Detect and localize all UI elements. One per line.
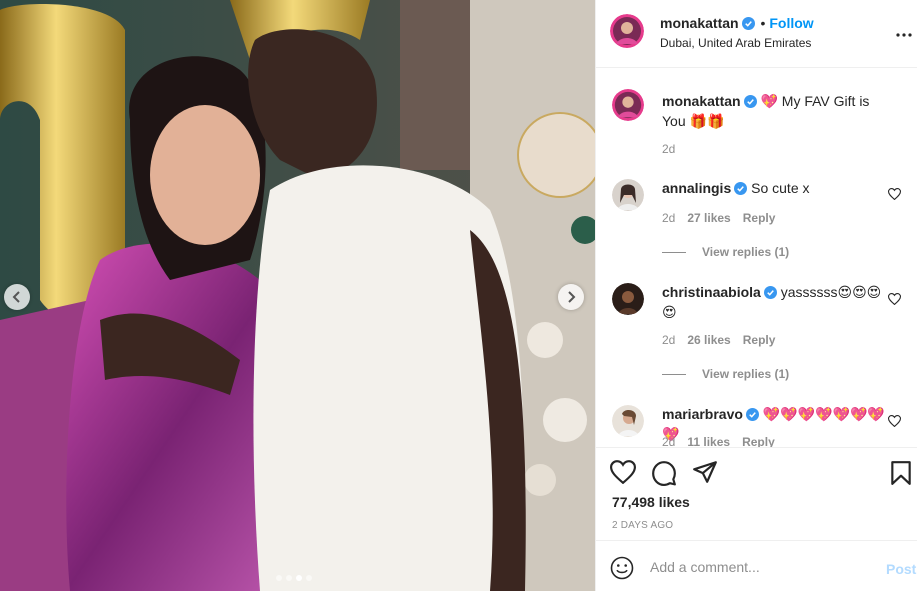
likes-count[interactable]: 77,498 likes <box>612 494 690 510</box>
post-comment-button[interactable]: Post <box>886 561 916 577</box>
next-slide-button[interactable] <box>558 284 584 310</box>
comment-likes[interactable]: 11 likes <box>687 435 730 447</box>
save-bookmark-icon[interactable] <box>890 460 912 491</box>
caption-avatar[interactable] <box>612 89 644 121</box>
verified-badge-icon <box>745 407 759 425</box>
comment-timestamp: 2d <box>662 333 676 347</box>
view-replies-button[interactable]: View replies (1) <box>662 245 789 259</box>
caption-time: 2d <box>662 142 687 156</box>
post-photo[interactable] <box>0 0 595 591</box>
caption-body: monakattan 💖 My FAV Gift is You 🎁🎁 <box>662 92 892 130</box>
comment-like-heart-icon[interactable] <box>887 292 902 310</box>
carousel-dot <box>276 575 282 581</box>
avatar-image <box>610 14 644 48</box>
comment-meta: 2d 11 likes Reply <box>662 435 787 447</box>
comment-username[interactable]: annalingis <box>662 180 731 196</box>
separator-bullet: • <box>760 15 766 31</box>
carousel-dot <box>306 575 312 581</box>
caption-username[interactable]: monakattan <box>662 93 741 109</box>
author-line: monakattan • Follow <box>660 15 814 33</box>
verified-badge-icon <box>734 181 748 199</box>
carousel-indicators <box>276 575 312 581</box>
view-replies-label: View replies (1) <box>702 245 790 259</box>
comment-input[interactable] <box>650 555 870 579</box>
avatar-image <box>612 89 644 121</box>
comments-list[interactable]: monakattan 💖 My FAV Gift is You 🎁🎁 2d an… <box>596 69 917 447</box>
avatar-image <box>612 283 644 315</box>
divider-line <box>662 251 686 253</box>
previous-slide-button[interactable] <box>4 284 30 310</box>
comment-body: christinaabiola yassssss😍😍😍😍 <box>662 283 892 321</box>
commenter-avatar[interactable] <box>612 179 644 211</box>
comment-timestamp: 2d <box>662 435 676 447</box>
post-header: monakattan • Follow Dubai, United Arab Em… <box>596 0 917 68</box>
share-paper-plane-icon[interactable] <box>692 460 718 489</box>
comment-likes[interactable]: 26 likes <box>687 333 730 347</box>
carousel-dot <box>286 575 292 581</box>
follow-button[interactable]: Follow <box>769 15 813 31</box>
post-sidebar: monakattan • Follow Dubai, United Arab Em… <box>595 0 917 591</box>
add-comment-bar: Post <box>596 540 917 591</box>
comment-like-heart-icon[interactable] <box>887 414 902 432</box>
post-location[interactable]: Dubai, United Arab Emirates <box>660 36 811 50</box>
divider-line <box>662 373 686 375</box>
author-username[interactable]: monakattan <box>660 15 739 31</box>
author-avatar[interactable] <box>610 14 644 48</box>
caption-timestamp: 2d <box>662 142 676 156</box>
avatar-image <box>612 179 644 211</box>
comment-timestamp: 2d <box>662 211 676 225</box>
verified-badge-icon <box>763 285 777 303</box>
instagram-post: monakattan • Follow Dubai, United Arab Em… <box>0 0 917 591</box>
like-heart-icon[interactable] <box>609 460 637 489</box>
photo-illustration <box>0 0 595 591</box>
commenter-avatar[interactable] <box>612 405 644 437</box>
commenter-avatar[interactable] <box>612 283 644 315</box>
chevron-right-icon <box>568 291 576 303</box>
comment-text: So cute x <box>751 180 810 196</box>
view-replies-label: View replies (1) <box>702 367 790 381</box>
emoji-smiley-icon[interactable] <box>610 556 634 585</box>
post-actions: 77,498 likes 2 DAYS AGO <box>596 447 917 539</box>
view-replies-button[interactable]: View replies (1) <box>662 367 789 381</box>
reply-button[interactable]: Reply <box>743 333 776 347</box>
verified-badge-icon <box>741 17 755 33</box>
comment-like-heart-icon[interactable] <box>887 187 902 205</box>
reply-button[interactable]: Reply <box>742 435 775 447</box>
avatar-image <box>612 405 644 437</box>
comment-meta: 2d 26 likes Reply <box>662 333 787 347</box>
comment-username[interactable]: christinaabiola <box>662 284 761 300</box>
comment-body: annalingis So cute x <box>662 179 892 199</box>
more-options-icon[interactable] <box>896 24 912 42</box>
comment-likes[interactable]: 27 likes <box>687 211 730 225</box>
comment-meta: 2d 27 likes Reply <box>662 211 787 225</box>
post-timestamp[interactable]: 2 DAYS AGO <box>612 520 673 531</box>
chevron-left-icon <box>12 291 20 303</box>
reply-button[interactable]: Reply <box>743 211 776 225</box>
comment-username[interactable]: mariarbravo <box>662 406 743 422</box>
carousel-dot-active <box>296 575 302 581</box>
verified-badge-icon <box>743 94 757 112</box>
comment-bubble-icon[interactable] <box>651 460 677 491</box>
